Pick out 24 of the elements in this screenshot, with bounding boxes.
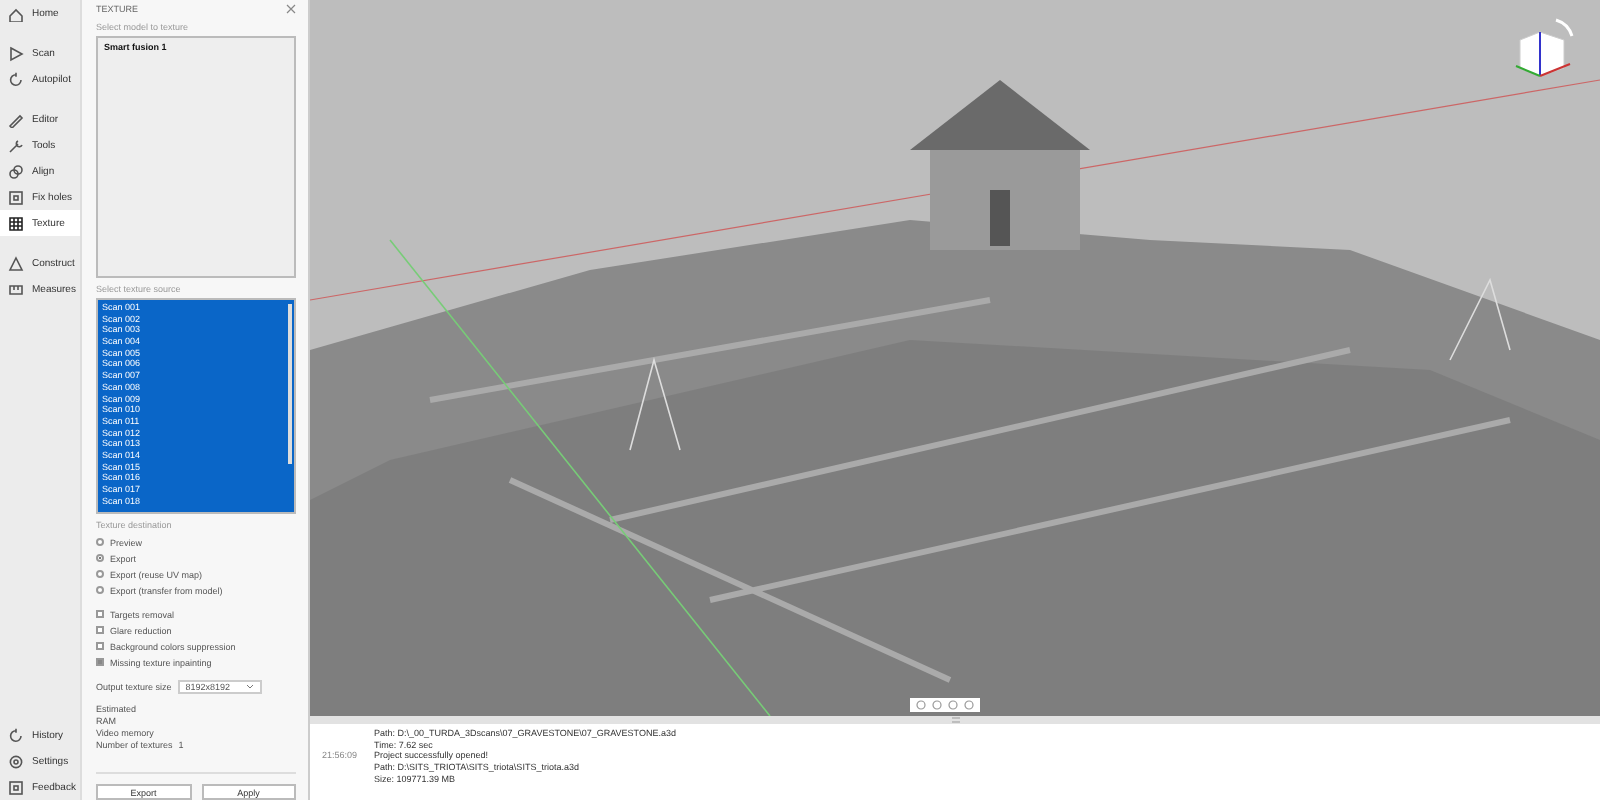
checkbox[interactable] — [96, 626, 104, 634]
radio-button[interactable] — [96, 570, 104, 578]
square-icon — [8, 779, 24, 795]
settings-icon — [8, 753, 24, 769]
play-icon — [8, 45, 24, 61]
circular-arrow-icon — [8, 71, 24, 87]
radio-button[interactable] — [96, 586, 104, 594]
texture-grid-icon — [8, 215, 24, 231]
scrollbar[interactable] — [288, 304, 292, 464]
checkbox[interactable] — [96, 610, 104, 618]
radio-button[interactable] — [96, 554, 104, 562]
close-icon[interactable] — [286, 3, 296, 13]
ruler-icon — [8, 281, 24, 297]
radio-button[interactable] — [96, 538, 104, 546]
square-icon — [8, 189, 24, 205]
pen-icon — [8, 111, 24, 127]
home-icon — [8, 5, 24, 21]
checkbox[interactable] — [96, 642, 104, 650]
circular-arrow-icon — [8, 727, 24, 743]
overlapping-circles-icon — [8, 163, 24, 179]
wrench-icon — [8, 137, 24, 153]
checkbox[interactable] — [96, 658, 104, 666]
grip-icon — [949, 716, 961, 724]
triangle-icon — [8, 255, 24, 271]
